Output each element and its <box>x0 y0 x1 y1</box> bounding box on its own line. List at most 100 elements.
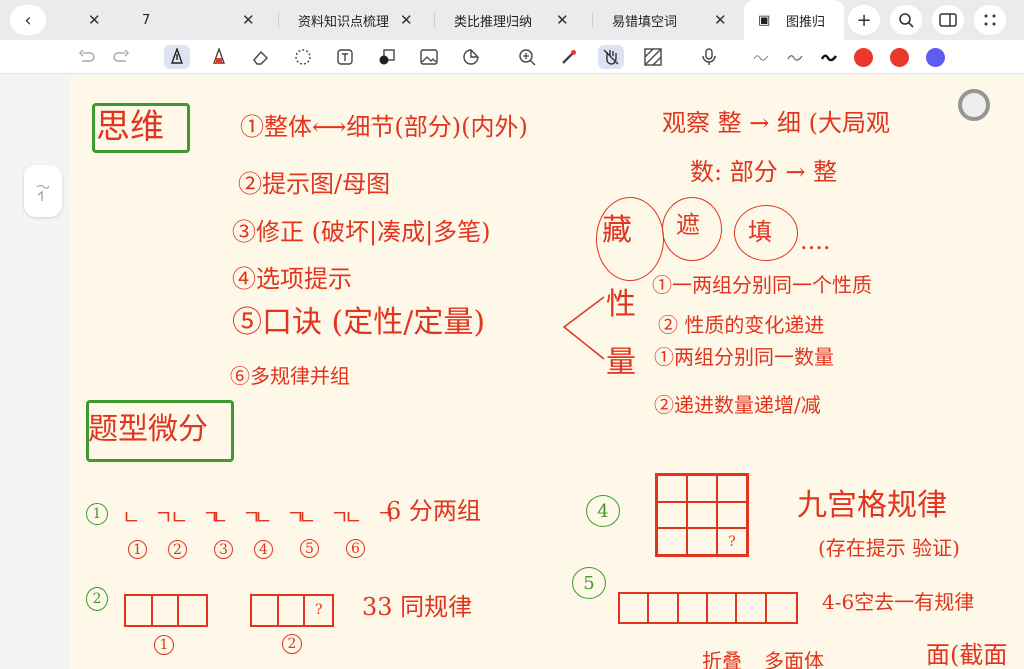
close-icon[interactable]: ✕ <box>242 11 255 29</box>
tab-divider <box>434 12 435 28</box>
tab-tutui[interactable]: ▣ 图推归 <box>744 0 844 40</box>
shape-tool[interactable] <box>374 45 400 69</box>
lasso-tool[interactable] <box>290 45 316 69</box>
rule-line-1: ①一两组分别同一个性质 <box>652 273 872 297</box>
bottom-text-3: 面(截面 <box>926 641 1008 669</box>
close-icon[interactable]: ✕ <box>400 11 413 29</box>
observe-line-1: 观察 整 → 细 (大局观 <box>662 109 890 137</box>
tab-label: 资料知识点梳理 <box>298 14 390 30</box>
highlighter-tool[interactable] <box>206 45 232 69</box>
notes-canvas[interactable]: 思维 ①整体⟷细节(部分)(内外) ②提示图/母图 ③修正 (破坏|凑成|多笔)… <box>0 75 1024 669</box>
color-red-swatch[interactable] <box>890 48 909 67</box>
section-2-desc: 33 同规律 <box>362 593 473 621</box>
laser-pointer-icon <box>562 50 576 64</box>
pen-tool[interactable] <box>164 45 190 69</box>
zhe-text: 遮 <box>676 211 700 239</box>
color-red-swatch[interactable] <box>854 48 873 67</box>
note-icon: ▣ <box>758 12 771 28</box>
siwei-title: 思维 <box>96 107 164 147</box>
sticker-tool[interactable] <box>458 45 484 69</box>
highlighter-icon <box>213 48 225 64</box>
close-icon[interactable]: ✕ <box>88 11 101 29</box>
text-tool[interactable] <box>332 45 358 69</box>
laser-pointer-tool[interactable] <box>556 45 582 69</box>
hand-icon <box>603 49 619 65</box>
section-4-sub: (存在提示 验证) <box>818 536 960 560</box>
undo-icon <box>78 50 95 62</box>
bottom-text-1: 折叠 <box>702 649 742 669</box>
label-circle: 2 <box>282 634 302 654</box>
section-1-desc: 6 分两组 <box>386 497 481 525</box>
microphone-button[interactable] <box>696 45 722 69</box>
scroll-indicator[interactable] <box>958 89 990 121</box>
undo-button[interactable] <box>74 45 100 69</box>
thin-stroke-option[interactable] <box>752 49 770 65</box>
section-4-title: 九宫格规律 <box>797 488 947 523</box>
thick-stroke-option[interactable] <box>820 49 838 65</box>
drawing-toolbar <box>0 40 1024 74</box>
image-tool[interactable] <box>416 45 442 69</box>
observe-line-2: 数: 部分 → 整 <box>690 158 838 186</box>
tab-label: 图推归 <box>786 14 826 30</box>
note-line-3: ③修正 (破坏|凑成|多笔) <box>232 218 491 246</box>
shapes-icon <box>379 49 395 65</box>
microphone-icon <box>702 48 716 65</box>
note-line-1: ①整体⟷细节(部分)(内外) <box>240 113 528 141</box>
tab-7[interactable]: ✕ 7 ✕ <box>80 0 270 40</box>
lock-scroll-icon <box>36 185 50 201</box>
hand-draw-toggle[interactable] <box>598 45 624 69</box>
color-blue-swatch[interactable] <box>926 48 945 67</box>
redo-icon <box>113 50 130 62</box>
section-1-marker: 1 <box>86 503 108 525</box>
close-icon[interactable]: ✕ <box>556 11 569 29</box>
tab-divider <box>592 12 593 28</box>
bracket-mark <box>562 296 605 360</box>
grid-dots-icon <box>984 14 996 26</box>
image-icon <box>420 49 438 65</box>
search-icon <box>899 13 914 28</box>
sticker-icon <box>463 49 479 65</box>
label-circle: 3 <box>214 540 233 559</box>
tab-bar: ‹ ✕ 7 ✕ 资料知识点梳理 ✕ 类比推理归纳 ✕ 易错填空词 ✕ ▣ 图推归… <box>0 0 1024 40</box>
label-circle: 5 <box>300 539 319 558</box>
eraser-tool[interactable] <box>248 45 274 69</box>
lasso-icon <box>295 49 311 65</box>
new-tab-button[interactable]: + <box>848 5 880 35</box>
sidebar-toggle-button[interactable] <box>932 5 964 35</box>
note-line-4: ④选项提示 <box>232 265 352 293</box>
back-button[interactable]: ‹ <box>10 5 46 35</box>
rule-line-2: ② 性质的变化递进 <box>658 313 825 337</box>
search-button[interactable] <box>890 5 922 35</box>
tab-yicuo[interactable]: 易错填空词 ✕ <box>594 0 744 40</box>
medium-stroke-option[interactable] <box>786 49 804 65</box>
close-icon[interactable]: ✕ <box>714 11 727 29</box>
rule-line-4: ②递进数量递增/减 <box>654 393 821 417</box>
notebook-page[interactable]: 思维 ①整体⟷细节(部分)(内外) ②提示图/母图 ③修正 (破坏|凑成|多笔)… <box>70 75 1024 669</box>
sidebar-icon <box>939 13 957 27</box>
note-line-5: ⑤口诀 (定性/定量) <box>232 305 486 340</box>
page-nav-handle[interactable] <box>24 165 62 217</box>
more-button[interactable] <box>974 5 1006 35</box>
box-row-long <box>618 592 798 624</box>
box-row-2: ? <box>250 594 334 627</box>
chevron-left-icon: ‹ <box>24 9 32 31</box>
rule-line-3: ①两组分别同一数量 <box>654 345 834 369</box>
tab-ziliao[interactable]: 资料知识点梳理 ✕ <box>280 0 430 40</box>
zoom-icon <box>519 49 536 66</box>
xing-text: 性 <box>606 287 636 322</box>
section-2-marker: 2 <box>86 587 108 611</box>
liang-text: 量 <box>606 345 636 380</box>
tab-leibi[interactable]: 类比推理归纳 ✕ <box>436 0 586 40</box>
zoom-tool[interactable] <box>514 45 540 69</box>
nine-grid: ? <box>655 473 749 557</box>
tian-text: 填 <box>748 218 772 246</box>
pattern-tool[interactable] <box>640 45 666 69</box>
question-mark: ? <box>717 528 747 555</box>
label-circle: 2 <box>168 540 187 559</box>
bottom-text-2: 多面体 <box>764 649 824 669</box>
tixing-title: 题型微分 <box>88 412 208 447</box>
redo-button[interactable] <box>108 45 134 69</box>
note-line-2: ②提示图/母图 <box>238 170 391 198</box>
hatch-icon <box>644 48 662 66</box>
section-5-marker: 5 <box>572 567 606 599</box>
